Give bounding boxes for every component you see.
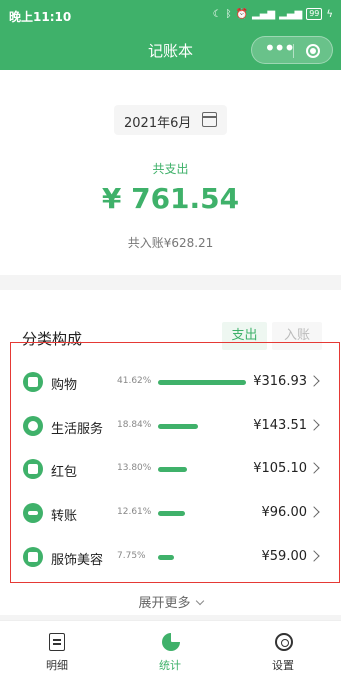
pie-chart-icon <box>162 633 180 651</box>
shirt-icon <box>23 547 43 567</box>
month-picker[interactable]: 2021年6月 <box>114 105 227 135</box>
gear-icon <box>275 633 293 651</box>
moon-icon: ☾ <box>212 8 222 20</box>
transfer-arrows-icon <box>23 503 43 523</box>
category-name: 红包 <box>51 465 78 480</box>
category-name: 购物 <box>51 378 78 393</box>
app-header: 晚上11:10 ☾ ᛒ ⏰ ▂▄▆ ▂▄▆ 99 ϟ 记账本 ••• <box>0 0 341 70</box>
category-bar <box>158 511 185 516</box>
category-name: 服饰美容 <box>51 553 104 568</box>
category-percent: 13.80% <box>117 463 152 473</box>
category-amount: ¥143.51 <box>253 418 307 433</box>
category-row-red-packet[interactable]: 红包 13.80% ¥105.10 <box>0 450 341 490</box>
nav-label: 统计 <box>159 659 181 672</box>
category-amount: ¥96.00 <box>261 505 308 520</box>
red-packet-icon <box>23 459 43 479</box>
category-amount: ¥316.93 <box>253 374 307 389</box>
bottom-nav: 明细 统计 设置 <box>0 620 341 681</box>
nav-item-settings[interactable]: 设置 <box>238 621 328 681</box>
water-drop-icon <box>23 416 43 436</box>
alarm-icon: ⏰ <box>235 8 249 20</box>
total-expense-amount: ¥ 761.54 <box>101 182 240 215</box>
miniprogram-capsule: ••• <box>251 36 333 64</box>
nav-item-stats[interactable]: 统计 <box>125 621 215 681</box>
category-name: 生活服务 <box>51 422 104 437</box>
category-amount: ¥105.10 <box>253 461 307 476</box>
category-row-transfer[interactable]: 转账 12.61% ¥96.00 <box>0 494 341 534</box>
category-bar <box>158 555 174 560</box>
category-row-apparel-beauty[interactable]: 服饰美容 7.75% ¥59.00 <box>0 538 341 578</box>
category-percent: 41.62% <box>117 376 152 386</box>
category-percent: 12.61% <box>117 507 152 517</box>
nav-item-details[interactable]: 明细 <box>12 621 102 681</box>
signal-icon: ▂▄▆ <box>252 8 276 20</box>
chevron-down-icon <box>195 596 204 606</box>
category-row-shopping[interactable]: 购物 41.62% ¥316.93 <box>0 363 341 403</box>
wifi-signal-icon: ▂▄▆ <box>279 8 303 20</box>
expand-more-button[interactable]: 展开更多 <box>0 592 341 611</box>
chevron-right-icon <box>308 419 320 431</box>
chevron-right-icon <box>308 550 320 562</box>
category-bar <box>158 424 198 429</box>
category-percent: 18.84% <box>117 420 152 430</box>
chevron-right-icon <box>308 506 320 518</box>
category-row-life-services[interactable]: 生活服务 18.84% ¥143.51 <box>0 407 341 447</box>
status-time: 晚上11:10 <box>9 10 72 24</box>
expand-more-label: 展开更多 <box>138 596 191 611</box>
chevron-right-icon <box>308 462 320 474</box>
calendar-icon <box>202 112 217 127</box>
more-dots-icon[interactable]: ••• <box>264 37 295 65</box>
battery-icon: 99 <box>306 8 323 20</box>
total-income-text: 共入账¥628.21 <box>127 236 214 250</box>
bluetooth-icon: ᛒ <box>225 8 232 20</box>
list-icon <box>49 633 65 651</box>
total-expense-label: 共支出 <box>152 162 189 176</box>
capsule-divider <box>293 44 294 58</box>
nav-label: 明细 <box>46 659 68 672</box>
month-label: 2021年6月 <box>124 116 192 131</box>
status-bar: 晚上11:10 ☾ ᛒ ⏰ ▂▄▆ ▂▄▆ 99 ϟ <box>0 0 341 30</box>
chevron-right-icon <box>308 375 320 387</box>
nav-label: 设置 <box>272 659 294 672</box>
category-percent: 7.75% <box>117 551 146 561</box>
summary-card: 2021年6月 共支出 ¥ 761.54 共入账¥628.21 <box>0 70 341 275</box>
category-name: 转账 <box>51 509 78 524</box>
category-amount: ¥59.00 <box>261 549 308 564</box>
category-card: 分类构成 支出 入账 购物 41.62% ¥316.93 生活服务 18.84%… <box>0 290 341 615</box>
charging-icon: ϟ <box>326 8 333 20</box>
category-bar <box>158 467 187 472</box>
category-bar <box>158 380 246 385</box>
close-miniprogram-icon[interactable] <box>306 44 320 58</box>
shopping-bag-icon <box>23 372 43 392</box>
status-icons: ☾ ᛒ ⏰ ▂▄▆ ▂▄▆ 99 ϟ <box>213 8 333 20</box>
